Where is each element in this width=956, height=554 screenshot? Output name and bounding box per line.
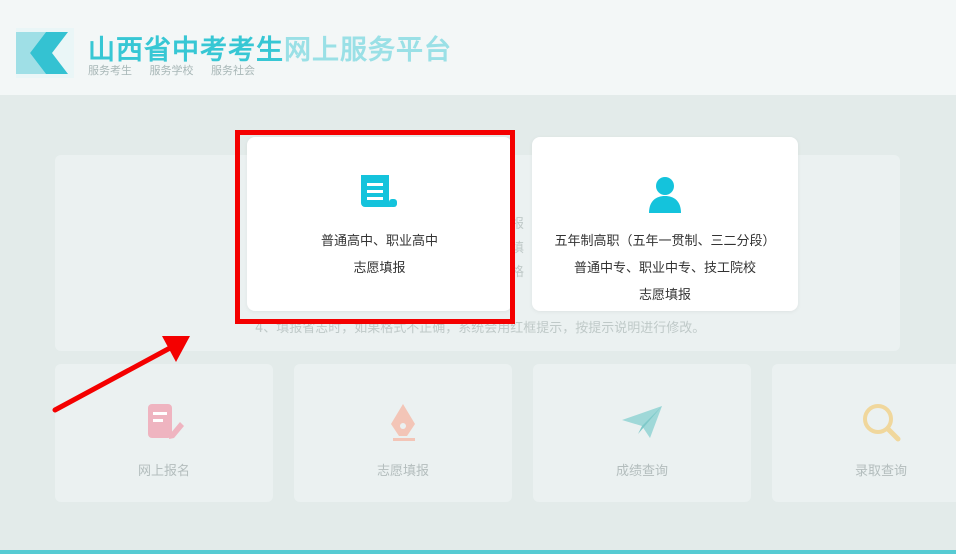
option-line: 普通中专、职业中专、技工院校: [573, 261, 756, 276]
slogan-item: 服务考生: [88, 64, 132, 77]
site-slogan: 服务考生 服务学校 服务社会: [88, 62, 269, 78]
footer-line: [0, 550, 956, 554]
feature-label: 网上报名: [137, 464, 190, 479]
highlight-box: [235, 130, 515, 324]
arrow-annotation-icon: [52, 336, 190, 413]
feature-card-application[interactable]: 志愿填报: [294, 364, 512, 502]
feature-label: 志愿填报: [376, 464, 429, 479]
feature-card-admission[interactable]: 录取查询: [772, 364, 956, 502]
feature-label: 成绩查询: [615, 464, 668, 479]
pen-nib-icon: [391, 404, 415, 441]
site-header: 山西省中考考生网上服务平台 服务考生 服务学校 服务社会: [0, 0, 956, 95]
user-icon: [649, 177, 681, 213]
slogan-item: 服务学校: [149, 64, 194, 77]
feature-label: 录取查询: [854, 464, 907, 479]
option-card-vocational[interactable]: 五年制高职（五年一贯制、三二分段） 普通中专、职业中专、技工院校 志愿填报: [532, 137, 798, 311]
option-line: 志愿填报: [638, 288, 691, 303]
magnifier-icon: [863, 404, 901, 442]
paper-plane-icon: [622, 406, 662, 438]
option-line: 五年制高职（五年一贯制、三二分段）: [554, 234, 776, 249]
logo-icon[interactable]: [16, 28, 74, 78]
slogan-item: 服务社会: [211, 64, 255, 77]
feature-card-scores[interactable]: 成绩查询: [533, 364, 751, 502]
site-title-part2: 网上服务平台: [284, 35, 452, 66]
